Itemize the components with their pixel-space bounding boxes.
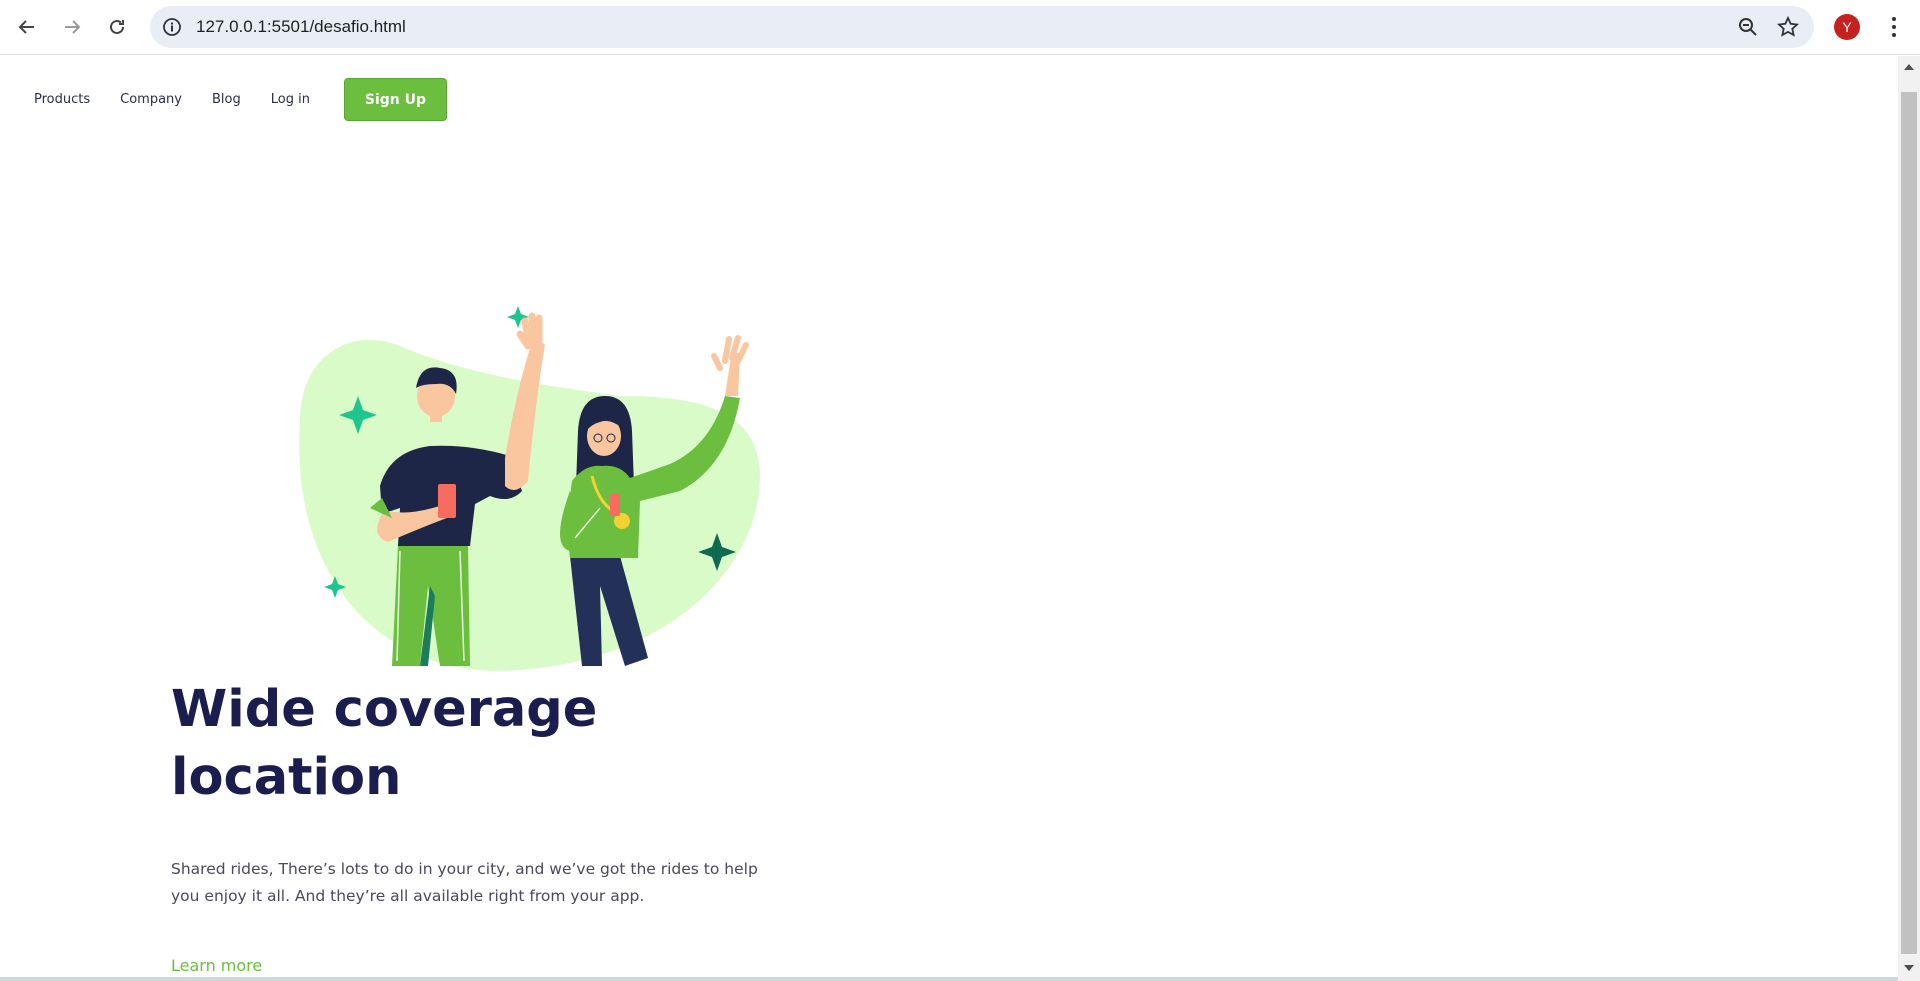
url-text[interactable]: 127.0.0.1:5501/desafio.html: [196, 17, 406, 37]
scroll-down-arrow-icon[interactable]: [1904, 965, 1914, 971]
back-button[interactable]: [10, 10, 44, 44]
zoom-out-icon[interactable]: [1736, 15, 1760, 39]
nav-login[interactable]: Log in: [271, 92, 310, 107]
reload-button[interactable]: [100, 10, 134, 44]
star-icon[interactable]: [1776, 15, 1800, 39]
hero-description: Shared rides, There’s lots to do in your…: [171, 860, 758, 905]
nav-blog[interactable]: Blog: [212, 92, 241, 107]
forward-icon: [65, 20, 81, 34]
bottom-edge: [0, 977, 1898, 981]
reload-icon: [110, 19, 124, 34]
hero-illustration: [299, 306, 760, 671]
address-bar[interactable]: 127.0.0.1:5501/desafio.html: [150, 6, 1814, 48]
nav-company[interactable]: Company: [120, 92, 182, 107]
learn-more-link[interactable]: Learn more: [171, 956, 262, 975]
forward-button[interactable]: [55, 10, 89, 44]
nav-products[interactable]: Products: [34, 92, 90, 107]
hero-headline: Wide coverage location: [171, 680, 598, 807]
signup-button[interactable]: Sign Up: [343, 78, 447, 121]
info-icon[interactable]: [162, 17, 182, 37]
profile-avatar[interactable]: Y: [1834, 14, 1860, 40]
scroll-thumb[interactable]: [1901, 92, 1917, 954]
back-icon: [18, 20, 34, 34]
main-nav: Products Company Blog Log in Sign Up: [34, 78, 447, 121]
phone-icon: [438, 484, 456, 518]
scroll-up-arrow-icon[interactable]: [1904, 64, 1914, 70]
page-viewport: Products Company Blog Log in Sign Up Wid…: [0, 56, 1898, 977]
vertical-scrollbar[interactable]: [1898, 56, 1920, 981]
kebab-menu-icon[interactable]: [1882, 14, 1906, 40]
browser-toolbar: 127.0.0.1:5501/desafio.html Y: [0, 0, 1920, 55]
phone-icon: [610, 494, 620, 516]
